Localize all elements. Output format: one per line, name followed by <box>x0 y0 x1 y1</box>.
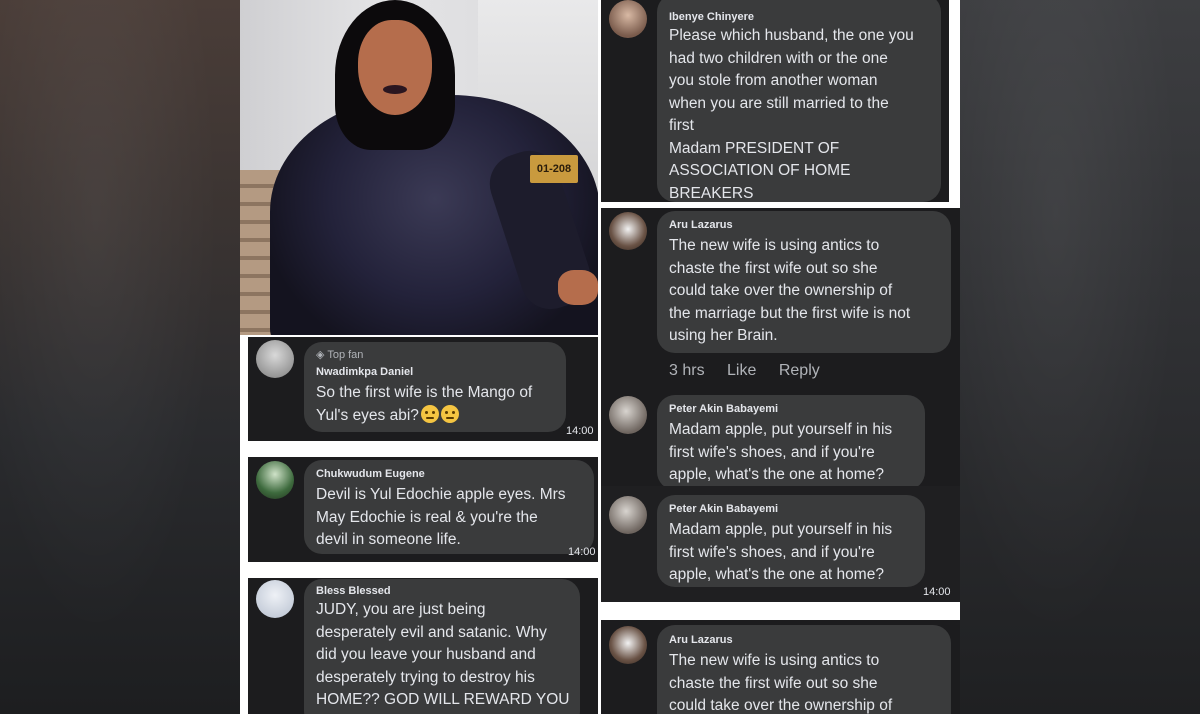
comment-text: Madam apple, put yourself in his first w… <box>669 421 893 483</box>
timestamp: 14:00 <box>923 586 951 598</box>
comment-nwadimkpa-daniel: ◈ Top fan Nwadimkpa Daniel So the first … <box>248 337 598 441</box>
comment-bubble: Chukwudum Eugene Devil is Yul Edochie ap… <box>304 460 594 554</box>
diamond-icon: ◈ <box>316 349 325 361</box>
comment-bubble: Aru Lazarus The new wife is using antics… <box>657 625 951 714</box>
comment-age: 3 hrs <box>669 362 705 379</box>
avatar[interactable] <box>609 212 647 250</box>
comment-text: Please which husband, the one you had tw… <box>669 27 914 202</box>
avatar[interactable] <box>256 461 294 499</box>
comment-bubble: Bless Blessed JUDY, you are just being d… <box>304 579 580 714</box>
avatar[interactable] <box>609 0 647 38</box>
commenter-name[interactable]: Nwadimkpa Daniel <box>316 366 413 378</box>
comment-text: The new wife is using antics to chaste t… <box>669 652 893 714</box>
timestamp: 14:00 <box>568 546 596 558</box>
commenter-name[interactable]: Peter Akin Babayemi <box>669 403 778 415</box>
comment-text: JUDY, you are just being desperately evi… <box>316 601 570 708</box>
commenter-name[interactable]: Aru Lazarus <box>669 634 733 646</box>
comment-bubble: Ibenye Chinyere Please which husband, th… <box>657 0 941 202</box>
screenshot-collage: 01-208 ◈ Top fan Nwadimkpa Daniel So the… <box>240 0 960 714</box>
face <box>358 20 432 115</box>
comment-peter-akin-babayemi: Peter Akin Babayemi Madam apple, put you… <box>601 394 960 490</box>
commenter-name[interactable]: Bless Blessed <box>316 585 391 597</box>
comment-aru-lazarus-duplicate: Aru Lazarus The new wife is using antics… <box>601 620 960 714</box>
top-fan-badge: ◈ Top fan <box>316 349 364 361</box>
comment-bless-blessed: Bless Blessed JUDY, you are just being d… <box>248 578 598 714</box>
commenter-name[interactable]: Ibenye Chinyere <box>669 11 754 23</box>
comment-chukwudum-eugene: Chukwudum Eugene Devil is Yul Edochie ap… <box>248 457 598 562</box>
timestamp: 14:00 <box>566 425 594 437</box>
confused-face-emoji <box>440 404 459 423</box>
comment-text: Madam apple, put yourself in his first w… <box>669 521 893 583</box>
left-column: 01-208 ◈ Top fan Nwadimkpa Daniel So the… <box>240 0 598 714</box>
avatar[interactable] <box>256 340 294 378</box>
comment-bubble: Peter Akin Babayemi Madam apple, put you… <box>657 495 925 587</box>
comment-aru-lazarus: Aru Lazarus The new wife is using antics… <box>601 208 960 394</box>
comment-peter-akin-babayemi-duplicate: Peter Akin Babayemi Madam apple, put you… <box>601 486 960 602</box>
divider <box>601 602 960 620</box>
room-sign: 01-208 <box>530 155 578 183</box>
avatar[interactable] <box>609 626 647 664</box>
comment-text: The new wife is using antics to chaste t… <box>669 237 911 344</box>
comment-bubble: Aru Lazarus The new wife is using antics… <box>657 211 951 353</box>
comment-bubble: Peter Akin Babayemi Madam apple, put you… <box>657 395 925 490</box>
commenter-name[interactable]: Aru Lazarus <box>669 219 733 231</box>
reply-button[interactable]: Reply <box>779 362 820 379</box>
comment-text: Devil is Yul Edochie apple eyes. Mrs May… <box>316 486 566 548</box>
blurred-background-left <box>0 0 240 714</box>
comment-actions: 3 hrs Like Reply <box>669 362 838 380</box>
divider <box>240 562 598 578</box>
comment-bubble: ◈ Top fan Nwadimkpa Daniel So the first … <box>304 342 566 432</box>
confused-face-emoji <box>420 404 439 423</box>
blurred-background-right <box>960 0 1200 714</box>
woman-photo: 01-208 <box>240 0 598 335</box>
avatar[interactable] <box>609 496 647 534</box>
avatar[interactable] <box>256 580 294 618</box>
right-column: Ibenye Chinyere Please which husband, th… <box>601 0 960 714</box>
divider <box>240 441 598 457</box>
commenter-name[interactable]: Chukwudum Eugene <box>316 468 425 480</box>
comment-ibenye-chinyere: Ibenye Chinyere Please which husband, th… <box>601 0 949 202</box>
comment-text: So the first wife is the Mango of Yul's … <box>316 384 533 424</box>
commenter-name[interactable]: Peter Akin Babayemi <box>669 503 778 515</box>
avatar[interactable] <box>609 396 647 434</box>
like-button[interactable]: Like <box>727 362 756 379</box>
